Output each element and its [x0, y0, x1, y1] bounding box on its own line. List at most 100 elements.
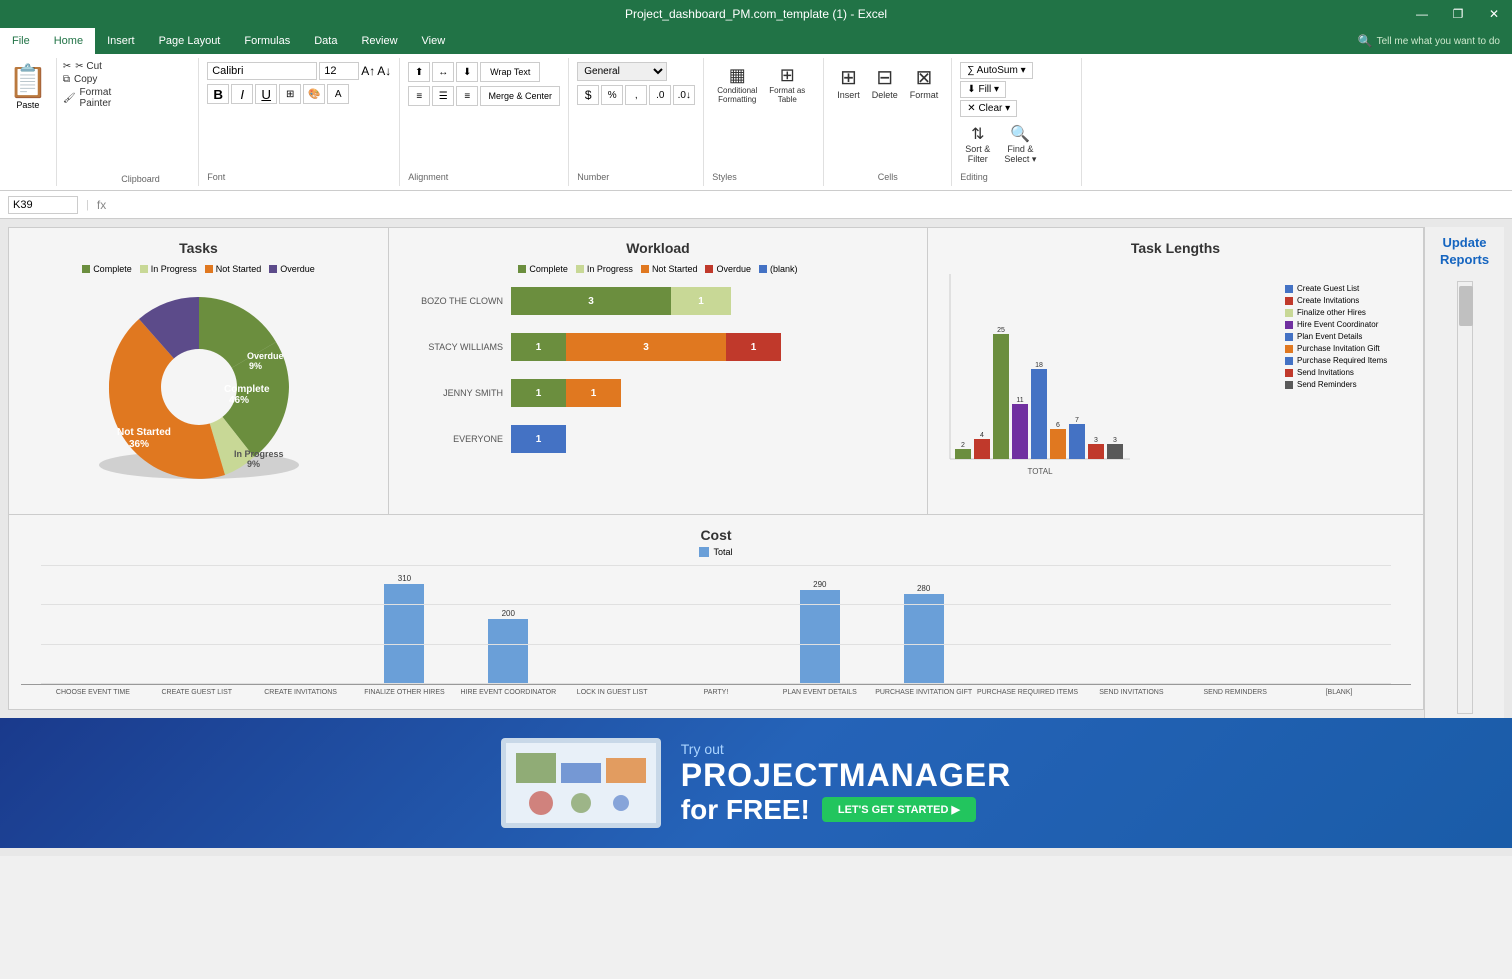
not-started-label: Not Started: [117, 427, 171, 438]
function-wizard-icon[interactable]: fx: [97, 198, 106, 212]
cut-button[interactable]: ✂ ✂ Cut: [61, 60, 113, 73]
align-left-button[interactable]: ≡: [408, 86, 430, 106]
decrease-font-button[interactable]: A↓: [377, 64, 391, 78]
merge-center-button[interactable]: Merge & Center: [480, 86, 560, 106]
font-color-button[interactable]: A: [327, 84, 349, 104]
delete-icon: ⊟: [876, 65, 893, 90]
cost-bar-finalize-rect: [384, 584, 424, 684]
menu-file[interactable]: File: [0, 28, 42, 54]
align-center-button[interactable]: ☰: [432, 86, 454, 106]
number-row2: $ % , .0 .0↓: [577, 85, 695, 105]
scrollbar-thumb[interactable]: [1459, 286, 1473, 326]
tl-legend-9: Send Reminders: [1285, 380, 1407, 389]
menu-home[interactable]: Home: [42, 28, 95, 54]
insert-icon: ⊞: [840, 65, 857, 90]
promo-banner[interactable]: Try out PROJECTMANAGER for FREE! LET'S G…: [0, 718, 1512, 848]
tl-val-7: 7: [1075, 417, 1079, 424]
paste-button[interactable]: 📋 Paste: [0, 58, 57, 186]
legend-complete: Complete: [82, 264, 132, 274]
grid-line-1: [41, 565, 1391, 566]
delete-button[interactable]: ⊟ Delete: [867, 62, 903, 103]
format-button[interactable]: ⊠ Format: [905, 62, 944, 103]
formula-input[interactable]: [114, 197, 1504, 213]
menu-insert[interactable]: Insert: [95, 28, 147, 54]
align-bottom-button[interactable]: ⬇: [456, 62, 478, 82]
cost-lbl-send-inv: SEND INVITATIONS: [1079, 689, 1183, 697]
jenny-bars: 1 1: [511, 379, 621, 407]
font-size-input[interactable]: [319, 62, 359, 80]
conditional-formatting-button[interactable]: ▦ Conditional Formatting: [712, 62, 762, 107]
editing-row2: ⬇ Fill ▾: [960, 81, 1006, 98]
tl-val-4: 11: [1016, 397, 1023, 404]
comma-button[interactable]: ,: [625, 85, 647, 105]
cost-bar-blank: [1287, 683, 1391, 684]
tl-legend-8: Send Invitations: [1285, 368, 1407, 377]
border-button[interactable]: ⊞: [279, 84, 301, 104]
insert-button[interactable]: ⊞ Insert: [832, 62, 865, 103]
number-group: General $ % , .0 .0↓ Number: [569, 58, 704, 186]
window-controls[interactable]: — ❐ ✕: [1404, 0, 1512, 28]
minimize-button[interactable]: —: [1404, 0, 1440, 28]
sort-filter-button[interactable]: ⇅ Sort & Filter: [960, 121, 995, 168]
menu-data[interactable]: Data: [302, 28, 349, 54]
italic-button[interactable]: I: [231, 84, 253, 104]
wl-complete-dot: [518, 265, 526, 273]
autosum-button[interactable]: ∑ AutoSum ▾: [960, 62, 1032, 79]
charts-top-row: Tasks Complete In Progress Not Starte: [8, 227, 1424, 515]
cost-lbl-plan: PLAN EVENT DETAILS: [768, 689, 872, 697]
tl-dot-9: [1285, 381, 1293, 389]
clipboard-label: Clipboard: [117, 172, 198, 186]
menu-formulas[interactable]: Formulas: [232, 28, 302, 54]
tl-val-6: 6: [1056, 422, 1060, 429]
align-right-button[interactable]: ≡: [456, 86, 478, 106]
jenny-bar-notstarted: 1: [566, 379, 621, 407]
align-top-button[interactable]: ⬆: [408, 62, 430, 82]
banner-cta-button[interactable]: LET'S GET STARTED ▶: [822, 797, 976, 822]
tl-dot-4: [1285, 321, 1293, 329]
tl-val-1: 2: [961, 442, 965, 449]
overdue-dot: [269, 265, 277, 273]
tl-dot-8: [1285, 369, 1293, 377]
stacy-label: STACY WILLIAMS: [401, 342, 511, 352]
tl-legend-1: Create Guest List: [1285, 284, 1407, 293]
cost-lbl-finalize: FINALIZE OTHER HIRES: [353, 689, 457, 697]
menu-view[interactable]: View: [410, 28, 458, 54]
tl-dot-3: [1285, 309, 1293, 317]
cost-grid-lines: [41, 565, 1391, 684]
maximize-button[interactable]: ❐: [1440, 0, 1476, 28]
cost-bar-purchase-inv-rect: [904, 594, 944, 684]
close-button[interactable]: ✕: [1476, 0, 1512, 28]
increase-font-button[interactable]: A↑: [361, 64, 375, 78]
increase-decimal-button[interactable]: .0: [649, 85, 671, 105]
align-middle-button[interactable]: ↔: [432, 62, 454, 82]
format-painter-button[interactable]: 🖌 Format Painter: [61, 86, 113, 110]
update-reports-button[interactable]: UpdateReports: [1432, 227, 1497, 277]
currency-button[interactable]: $: [577, 85, 599, 105]
banner-preview-image: [501, 738, 661, 828]
fill-color-button[interactable]: 🎨: [303, 84, 325, 104]
cost-bar-hire-rect: [488, 619, 528, 684]
fill-button[interactable]: ⬇ Fill ▾: [960, 81, 1006, 98]
format-as-table-button[interactable]: ⊞ Format as Table: [764, 62, 810, 107]
number-format-select[interactable]: General: [577, 62, 667, 81]
wrap-text-button[interactable]: Wrap Text: [480, 62, 540, 82]
tl-dot-2: [1285, 297, 1293, 305]
font-name-input[interactable]: [207, 62, 317, 80]
bozo-label: BOZO THE CLOWN: [401, 296, 511, 306]
scrollbar-track[interactable]: [1457, 281, 1473, 715]
menu-page-layout[interactable]: Page Layout: [147, 28, 233, 54]
cost-lbl-create-guest: CREATE GUEST LIST: [145, 689, 249, 697]
underline-button[interactable]: U: [255, 84, 277, 104]
cell-reference-input[interactable]: [8, 196, 78, 214]
menu-search[interactable]: 🔍 Tell me what you want to do: [1346, 28, 1512, 54]
percent-button[interactable]: %: [601, 85, 623, 105]
clear-button[interactable]: ✕ Clear ▾: [960, 100, 1017, 117]
decrease-decimal-button[interactable]: .0↓: [673, 85, 695, 105]
font-group: A↑ A↓ B I U ⊞ 🎨 A Font: [199, 58, 400, 186]
bold-button[interactable]: B: [207, 84, 229, 104]
charts-main: Tasks Complete In Progress Not Starte: [8, 227, 1424, 718]
menu-review[interactable]: Review: [349, 28, 409, 54]
find-select-button[interactable]: 🔍 Find & Select ▾: [999, 121, 1041, 168]
cost-lbl-purchase-req: PURCHASE REQUIRED ITEMS: [976, 689, 1080, 697]
copy-button[interactable]: ⧉ Copy: [61, 73, 113, 86]
